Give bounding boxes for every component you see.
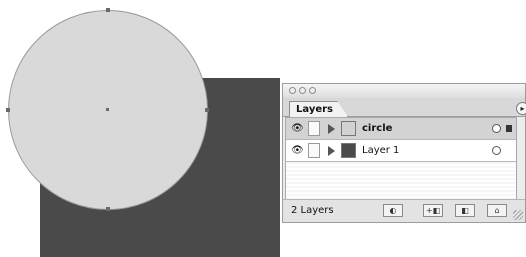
clipping-mask-icon[interactable]: ◐ bbox=[383, 204, 403, 217]
trash-icon[interactable]: ⌂ bbox=[487, 204, 507, 217]
lock-toggle[interactable] bbox=[308, 121, 320, 136]
minimize-window-icon[interactable] bbox=[299, 87, 306, 94]
layer-count: 2 Layers bbox=[291, 205, 334, 216]
target-circle-icon[interactable] bbox=[492, 124, 501, 133]
anchor-point-right[interactable] bbox=[205, 108, 209, 112]
disclosure-triangle-icon[interactable] bbox=[328, 124, 335, 134]
disclosure-triangle-icon[interactable] bbox=[328, 146, 335, 156]
layer-name[interactable]: Layer 1 bbox=[362, 144, 399, 157]
tab-layers[interactable]: Layers bbox=[289, 101, 348, 117]
anchor-point-bottom[interactable] bbox=[106, 207, 110, 211]
layer-thumbnail bbox=[341, 121, 356, 136]
close-window-icon[interactable] bbox=[289, 87, 296, 94]
target-circle-icon[interactable] bbox=[492, 146, 501, 155]
center-point[interactable] bbox=[106, 108, 109, 111]
layer-thumbnail bbox=[341, 143, 356, 158]
zoom-window-icon[interactable] bbox=[309, 87, 316, 94]
palette-status-bar: 2 Layers ◐ +◧ ◧ ⌂ bbox=[283, 199, 525, 222]
layer-row-circle[interactable]: 👁 circle bbox=[286, 118, 516, 140]
anchor-point-left[interactable] bbox=[6, 108, 10, 112]
lock-toggle[interactable] bbox=[308, 143, 320, 158]
resize-grip-icon[interactable] bbox=[513, 210, 523, 220]
eye-icon[interactable]: 👁 bbox=[291, 146, 304, 156]
new-sublayer-icon[interactable]: +◧ bbox=[423, 204, 443, 217]
layers-list: 👁 circle 👁 Layer 1 bbox=[285, 117, 517, 200]
selection-square-icon[interactable] bbox=[506, 125, 512, 132]
anchor-point-top[interactable] bbox=[106, 8, 110, 12]
eye-icon[interactable]: 👁 bbox=[291, 124, 304, 134]
palette-tab-row: Layers ▸ bbox=[283, 98, 526, 117]
new-layer-icon[interactable]: ◧ bbox=[455, 204, 475, 217]
layer-row-layer-1[interactable]: 👁 Layer 1 bbox=[286, 140, 516, 162]
palette-menu-icon[interactable]: ▸ bbox=[516, 102, 526, 115]
palette-titlebar[interactable] bbox=[283, 84, 525, 99]
layer-name[interactable]: circle bbox=[362, 122, 392, 135]
layers-palette: Layers ▸ 👁 circle 👁 Layer 1 2 Layers ◐ +… bbox=[282, 83, 526, 223]
